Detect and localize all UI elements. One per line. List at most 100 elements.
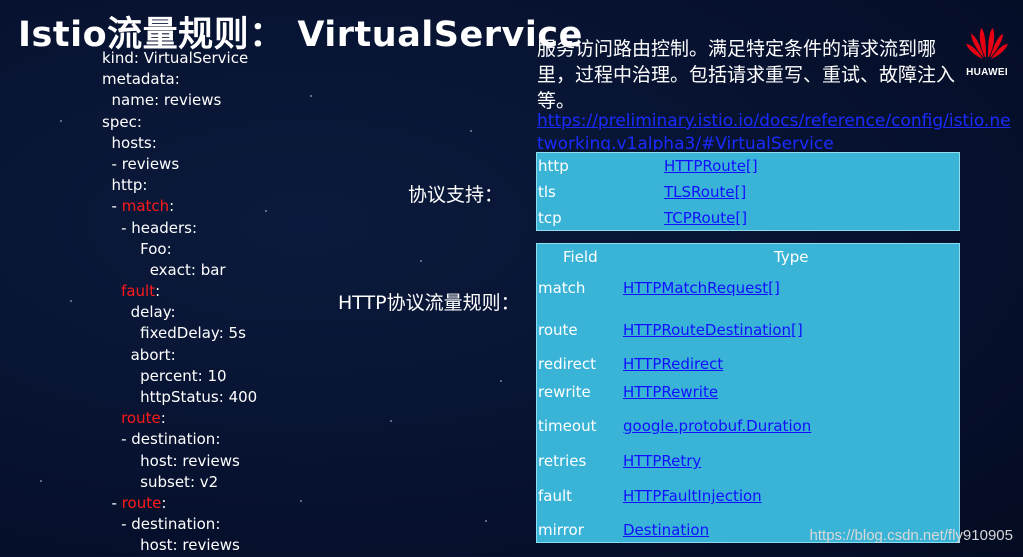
yaml-separator: : <box>154 91 164 110</box>
yaml-line: exact: bar <box>102 260 257 281</box>
protocol-name: tls <box>538 183 556 201</box>
protocol-name: http <box>538 157 569 175</box>
yaml-separator: : <box>174 70 180 89</box>
yaml-separator: : <box>155 282 161 301</box>
yaml-separator: : <box>215 515 221 534</box>
yaml-line: - route: <box>102 493 167 512</box>
http-rule-field: match <box>538 279 586 297</box>
protocol-type-link[interactable]: TLSRoute[] <box>664 179 746 205</box>
protocol-table: http HTTPRoute[] tls TLSRoute[] tcp TCPRoute[… <box>536 152 960 231</box>
http-rule-field: redirect <box>538 355 596 373</box>
yaml-line: percent: 10 <box>102 366 257 387</box>
protocol-row: tcp TCPRoute[] <box>537 205 959 231</box>
http-rule-type-link[interactable]: HTTPRedirect <box>623 352 723 376</box>
yaml-value: bar <box>200 260 226 279</box>
http-rules-label: HTTP协议流量规则： <box>338 292 520 314</box>
yaml-value: VirtualService <box>143 49 249 67</box>
http-rules-table: Field Type match HTTPMatchRequest[] route H… <box>536 243 960 543</box>
protocol-type-link[interactable]: HTTPRoute[] <box>664 153 758 179</box>
yaml-line: delay: <box>102 302 257 323</box>
yaml-line: httpStatus: 400 <box>102 387 257 408</box>
yaml-separator: : <box>166 239 172 258</box>
http-rule-row: route HTTPRouteDestination[] <box>537 318 959 342</box>
yaml-line: host: reviews <box>102 535 257 556</box>
http-rule-type-link[interactable]: google.protobuf.Duration <box>623 414 811 438</box>
http-rule-type-link[interactable]: Destination <box>623 518 709 542</box>
yaml-line: fixedDelay: 5s <box>102 323 257 344</box>
yaml-separator: : <box>172 536 183 555</box>
http-rule-type-link[interactable]: HTTPRewrite <box>623 380 718 404</box>
http-rule-type-link[interactable]: HTTPRetry <box>623 449 701 473</box>
yaml-line: hosts: <box>102 133 257 154</box>
yaml-separator: : <box>151 133 157 152</box>
yaml-value: v2 <box>199 472 219 491</box>
protocol-type-link[interactable]: TCPRoute[] <box>664 205 747 231</box>
yaml-key: host <box>140 536 173 555</box>
yaml-value: reviews <box>182 451 240 470</box>
yaml-value: 10 <box>207 366 227 385</box>
yaml-line: - reviews <box>102 154 180 173</box>
yaml-key: exact <box>149 260 191 279</box>
yaml-key: http <box>111 176 143 195</box>
yaml-line: kind: VirtualService <box>102 48 257 69</box>
http-rule-row: fault HTTPFaultInjection <box>537 484 959 508</box>
http-rule-type-link[interactable]: HTTPMatchRequest[] <box>623 276 780 300</box>
http-rule-field: timeout <box>538 417 597 435</box>
yaml-key: headers <box>131 218 192 237</box>
yaml-line: route: <box>102 408 257 429</box>
yaml-key: route <box>121 493 162 512</box>
http-rule-field: mirror <box>538 521 584 539</box>
yaml-key: destination <box>131 515 216 534</box>
yaml-value: 400 <box>228 388 258 406</box>
logo-text: HUAWEI <box>966 67 1008 78</box>
yaml-line: fault: <box>102 281 257 302</box>
yaml-key: metadata <box>102 70 175 89</box>
yaml-line: - destination: <box>102 430 221 449</box>
yaml-separator: : <box>218 324 229 343</box>
yaml-separator: : <box>170 303 176 322</box>
huawei-logo: HUAWEI <box>962 24 1012 78</box>
yaml-separator: : <box>197 366 208 385</box>
yaml-separator: : <box>172 451 183 470</box>
yaml-key: hosts <box>111 133 152 152</box>
yaml-key: destination <box>131 430 216 449</box>
field-column-header: Field <box>563 248 598 266</box>
yaml-line: - headers: <box>102 218 197 237</box>
yaml-line: http: <box>102 175 257 196</box>
yaml-line: spec: <box>102 112 257 133</box>
yaml-separator: : <box>189 472 200 491</box>
yaml-key: Foo <box>140 239 167 258</box>
yaml-value: 5s <box>228 324 246 343</box>
http-rule-row: timeout google.protobuf.Duration <box>537 414 959 438</box>
http-rule-row: rewrite HTTPRewrite <box>537 380 959 404</box>
http-rule-row: retries HTTPRetry <box>537 449 959 473</box>
yaml-key: percent <box>140 366 198 385</box>
virtualservice-yaml-example: kind: VirtualService metadata: name: revi… <box>102 48 257 557</box>
yaml-key: delay <box>130 303 171 322</box>
yaml-line: Foo: <box>102 239 257 260</box>
protocol-name: tcp <box>538 209 562 227</box>
yaml-key: spec <box>102 112 137 131</box>
yaml-separator: : <box>218 388 229 406</box>
yaml-value: reviews <box>163 91 222 110</box>
yaml-key: fixedDelay <box>140 324 219 343</box>
yaml-separator: : <box>191 218 197 237</box>
description-text: 服务访问路由控制。满足特定条件的请求流到哪里，过程中治理。包括请求重写、重试、故… <box>537 38 956 112</box>
docs-link[interactable]: https://preliminary.istio.io/docs/refere… <box>537 110 1013 150</box>
protocol-support-label: 协议支持： <box>408 184 504 206</box>
protocol-row: http HTTPRoute[] <box>537 153 959 179</box>
yaml-separator: : <box>215 430 221 449</box>
yaml-separator: : <box>190 260 201 279</box>
http-rule-row: redirect HTTPRedirect <box>537 352 959 376</box>
yaml-line: metadata: <box>102 69 257 90</box>
yaml-separator: : <box>169 197 175 216</box>
http-rule-type-link[interactable]: HTTPRouteDestination[] <box>623 318 803 342</box>
yaml-key: subset <box>140 472 190 491</box>
yaml-key: match <box>121 197 170 216</box>
yaml-separator: : <box>136 112 142 131</box>
yaml-line: - match: <box>102 197 175 216</box>
yaml-key: kind <box>102 49 134 67</box>
huawei-flower-icon <box>966 28 1008 59</box>
http-rule-type-link[interactable]: HTTPFaultInjection <box>623 484 762 508</box>
yaml-line: host: reviews <box>102 451 257 472</box>
